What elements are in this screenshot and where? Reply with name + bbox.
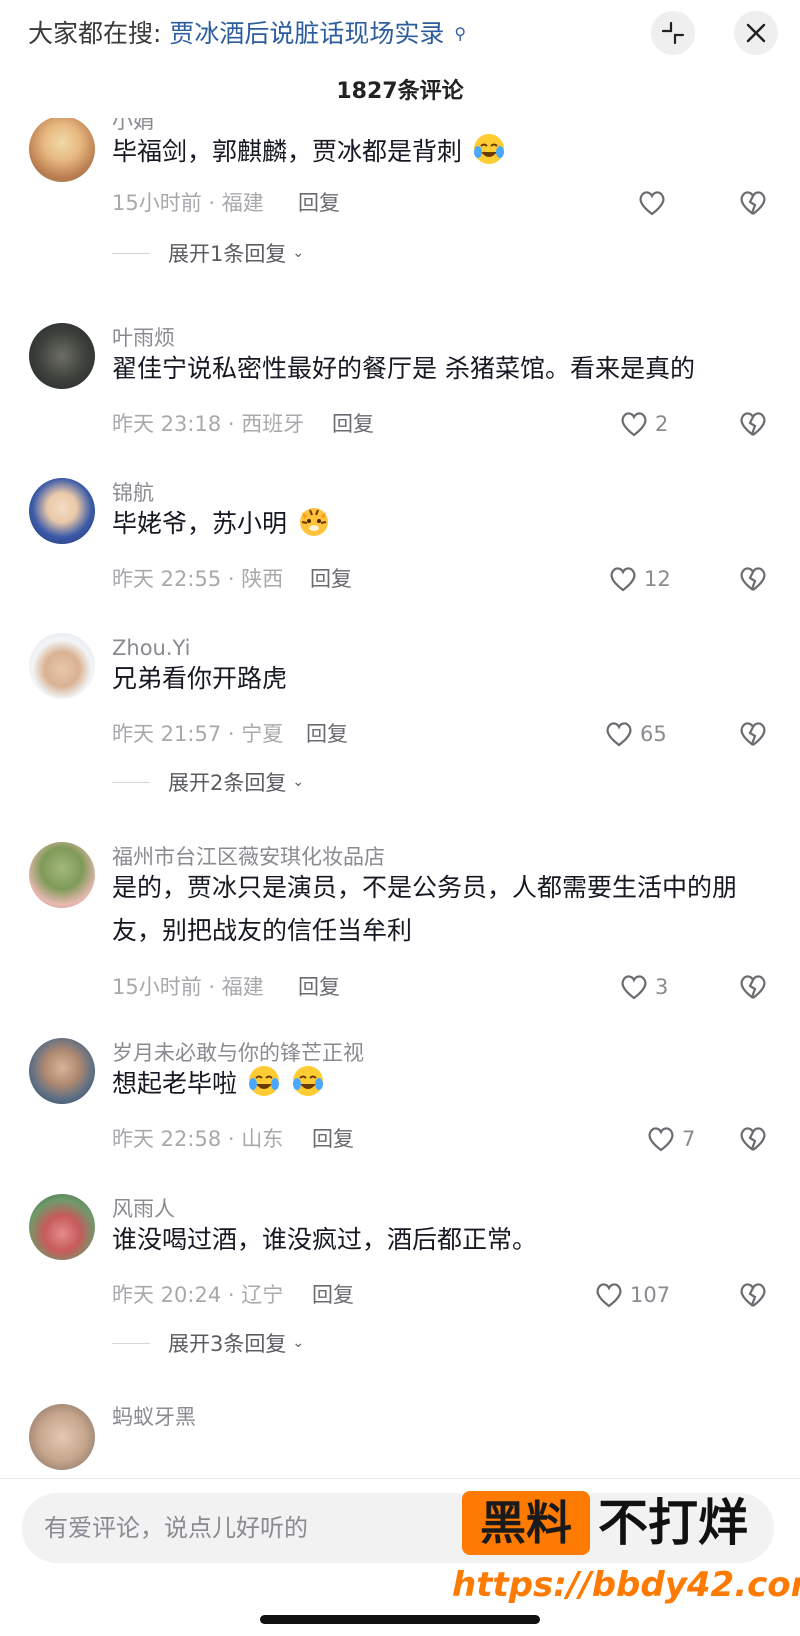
crying-laughing-emoji-icon xyxy=(292,1066,323,1096)
broken-heart-icon[interactable] xyxy=(738,409,768,439)
reply-button[interactable]: 回复 xyxy=(298,972,340,1002)
avatar[interactable] xyxy=(29,323,95,389)
like-count: 12 xyxy=(644,567,671,591)
home-indicator[interactable] xyxy=(260,1615,540,1624)
comment-text-content: 想起老毕啦 xyxy=(112,1069,238,1098)
heart-outline-icon xyxy=(648,1127,674,1152)
like-button[interactable]: 107 xyxy=(594,1280,670,1310)
search-query-link[interactable]: 贾冰酒后说脏话现场实录 xyxy=(169,19,444,48)
like-button[interactable]: 65 xyxy=(604,719,667,749)
comment-text: 翟佳宁说私密性最好的餐厅是 杀猪菜馆。看来是真的 xyxy=(112,347,762,390)
heart-outline-icon xyxy=(639,191,665,216)
expand-replies-button[interactable]: 展开1条回复 ⌄ xyxy=(112,238,304,268)
comment-text-content: 是的，贾冰只是演员，不是公务员，人都需要生活中的朋友，别把战友的信任当牟利 xyxy=(112,873,738,945)
broken-heart-icon[interactable] xyxy=(738,1124,768,1154)
reply-button[interactable]: 回复 xyxy=(312,1124,354,1154)
avatar[interactable] xyxy=(29,1038,95,1104)
comment-input-bar: 有爱评论，说点儿好听的 黑料 不打烊 https://bbdy42.com xyxy=(0,1478,800,1636)
heart-outline-icon xyxy=(596,1283,622,1308)
like-count: 3 xyxy=(655,975,669,999)
avatar[interactable] xyxy=(29,842,95,908)
top-bar: 大家都在搜: 贾冰酒后说脏话现场实录 ⚲ 1827条评论 xyxy=(0,0,800,104)
chevron-down-icon: ⌄ xyxy=(292,1335,305,1351)
comment-text-content: 兄弟看你开路虎 xyxy=(112,664,288,693)
comment-text-content: 翟佳宁说私密性最好的餐厅是 杀猪菜馆。看来是真的 xyxy=(112,354,695,383)
watermark-badge: 黑料 xyxy=(462,1491,590,1555)
heart-outline-icon xyxy=(610,567,636,592)
broken-heart-icon[interactable] xyxy=(738,719,768,749)
watermark-text: 不打烊 xyxy=(598,1494,748,1552)
comment-meta: 昨天 22:58 · 山东 xyxy=(112,1127,284,1151)
comment-text-content: 谁没喝过酒，谁没疯过，酒后都正常。 xyxy=(112,1225,538,1254)
like-button[interactable]: 7 xyxy=(646,1124,695,1154)
avatar[interactable] xyxy=(29,1404,95,1470)
heart-outline-icon xyxy=(621,412,647,437)
comment-text: 毕福剑，郭麒麟，贾冰都是背刺 xyxy=(112,130,762,173)
search-prefix: 大家都在搜: xyxy=(28,19,162,48)
like-button[interactable]: 2 xyxy=(619,409,668,439)
crying-laughing-emoji-icon xyxy=(248,1066,279,1096)
collapse-icon xyxy=(661,21,685,45)
divider-line xyxy=(112,252,150,254)
username[interactable]: 蚂蚁牙黑 xyxy=(112,1402,196,1432)
broken-heart-icon[interactable] xyxy=(738,564,768,594)
comment-text: 谁没喝过酒，谁没疯过，酒后都正常。 xyxy=(112,1218,762,1261)
broken-heart-icon[interactable] xyxy=(738,972,768,1002)
like-count: 65 xyxy=(640,722,667,746)
comment-text: 是的，贾冰只是演员，不是公务员，人都需要生活中的朋友，别把战友的信任当牟利 xyxy=(112,866,762,952)
reply-button[interactable]: 回复 xyxy=(310,564,352,594)
comment-text: 毕姥爷，苏小明 xyxy=(112,502,762,545)
broken-heart-icon[interactable] xyxy=(738,1280,768,1310)
divider-line xyxy=(112,1342,150,1344)
like-button[interactable]: 3 xyxy=(619,972,668,1002)
expand-replies-button[interactable]: 展开2条回复 ⌄ xyxy=(112,767,304,797)
avatar[interactable] xyxy=(29,633,95,699)
watermark-url: https://bbdy42.com xyxy=(452,1565,800,1605)
close-icon xyxy=(746,23,766,43)
heart-outline-icon xyxy=(621,975,647,1000)
comment-text: 想起老毕啦 xyxy=(112,1062,762,1105)
collapse-button[interactable] xyxy=(651,11,695,55)
broken-heart-icon[interactable] xyxy=(738,188,768,218)
avatar[interactable] xyxy=(29,1194,95,1260)
like-count: 7 xyxy=(682,1127,696,1151)
like-count: 107 xyxy=(630,1283,671,1307)
comment-meta: 昨天 23:18 · 西班牙 xyxy=(112,412,305,436)
comment-text-content: 毕福剑，郭麒麟，贾冰都是背刺 xyxy=(112,137,463,166)
close-button[interactable] xyxy=(734,11,778,55)
reply-button[interactable]: 回复 xyxy=(332,409,374,439)
avatar[interactable] xyxy=(29,478,95,544)
chevron-down-icon: ⌄ xyxy=(292,245,305,261)
comment-meta: 15小时前 · 福建 xyxy=(112,191,264,215)
comment-count: 1827条评论 xyxy=(336,79,464,104)
expand-replies-label: 展开2条回复 xyxy=(168,771,287,795)
reply-button[interactable]: 回复 xyxy=(312,1280,354,1310)
comment-meta: 昨天 21:57 · 宁夏 xyxy=(112,722,284,746)
comment-meta: 15小时前 · 福建 xyxy=(112,975,264,999)
like-button[interactable] xyxy=(637,188,673,218)
expand-replies-button[interactable]: 展开3条回复 ⌄ xyxy=(112,1328,304,1358)
comment-meta: 昨天 22:55 · 陕西 xyxy=(112,567,284,591)
expand-replies-label: 展开3条回复 xyxy=(168,1332,287,1356)
avatar[interactable] xyxy=(29,118,95,182)
crying-laughing-emoji-icon xyxy=(473,134,504,164)
chevron-down-icon: ⌄ xyxy=(292,774,305,790)
like-button[interactable]: 12 xyxy=(608,564,671,594)
expand-replies-label: 展开1条回复 xyxy=(168,242,287,266)
like-count: 2 xyxy=(655,412,669,436)
divider-line xyxy=(112,781,150,783)
heart-outline-icon xyxy=(606,722,632,747)
comment-meta: 昨天 20:24 · 辽宁 xyxy=(112,1283,284,1307)
comment-text-content: 毕姥爷，苏小明 xyxy=(112,509,288,538)
tiger-emoji-icon xyxy=(299,508,328,536)
comment-text: 兄弟看你开路虎 xyxy=(112,657,762,700)
reply-button[interactable]: 回复 xyxy=(298,188,340,218)
reply-button[interactable]: 回复 xyxy=(306,719,348,749)
search-icon: ⚲ xyxy=(454,24,467,43)
search-suggestion[interactable]: 大家都在搜: 贾冰酒后说脏话现场实录 ⚲ xyxy=(28,14,466,54)
comment-list[interactable]: 小娟 毕福剑，郭麒麟，贾冰都是背刺 15小时前 · 福建 回复 展开1条回复 ⌄… xyxy=(0,118,800,1478)
